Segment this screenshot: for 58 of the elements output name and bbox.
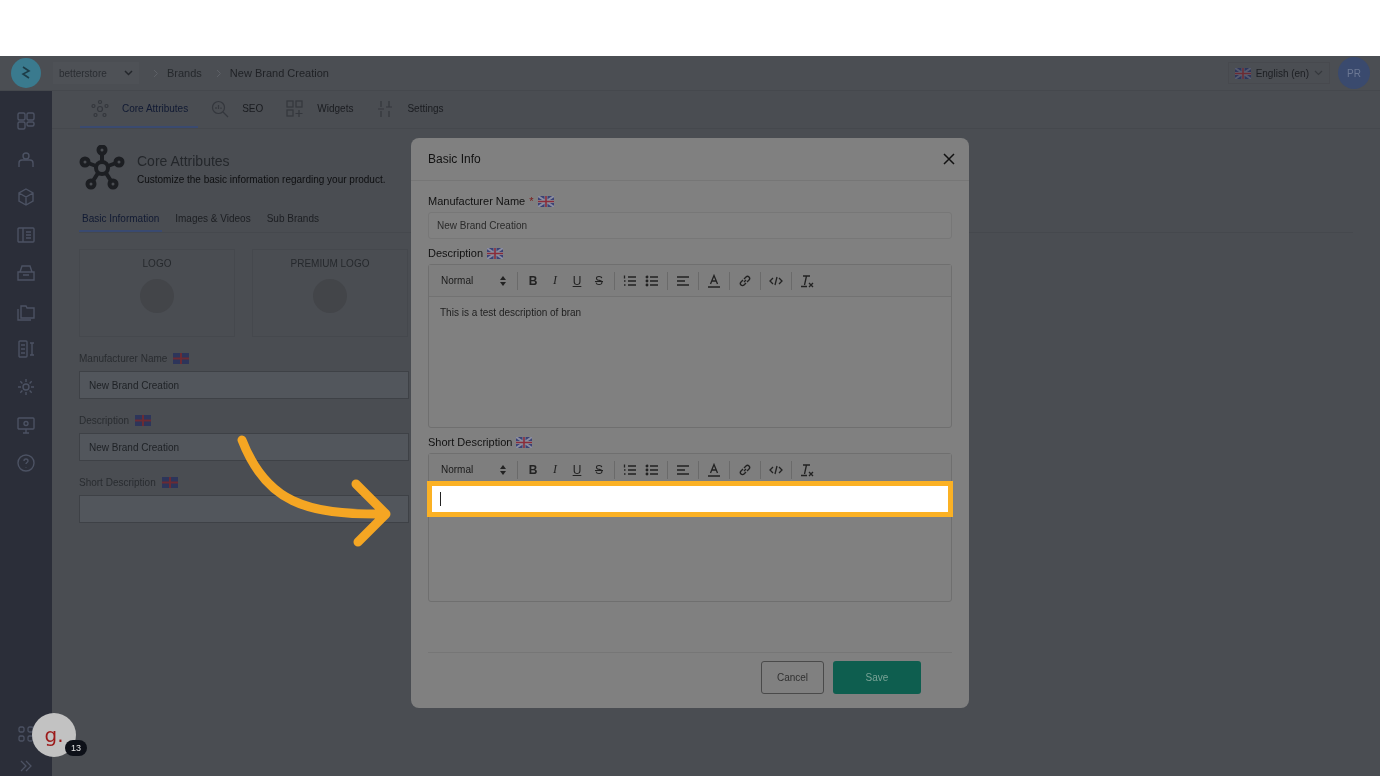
uk-flag-icon — [135, 415, 152, 426]
required-marker: * — [529, 195, 534, 207]
align-left-icon[interactable] — [676, 462, 690, 477]
notification-badge: 13 — [65, 740, 87, 756]
italic-button[interactable]: I — [548, 462, 562, 477]
format-select[interactable]: Normal — [441, 275, 509, 286]
text-color-icon[interactable] — [707, 273, 721, 288]
bullet-list-icon[interactable] — [645, 273, 659, 288]
archive-icon[interactable] — [16, 263, 36, 283]
chevron-down-icon — [124, 70, 133, 76]
text-cursor — [440, 492, 441, 506]
up-down-icon — [500, 275, 506, 286]
underline-button[interactable]: U — [570, 462, 584, 477]
expand-icon[interactable] — [19, 760, 33, 772]
save-button[interactable]: Save — [833, 661, 921, 694]
section-subtitle: Customize the basic information regarding your product. — [137, 174, 386, 185]
uk-flag-icon — [516, 436, 533, 448]
uk-flag-icon — [487, 247, 504, 259]
clear-format-icon[interactable] — [800, 462, 814, 477]
strike-button[interactable]: S — [592, 462, 606, 477]
app-logo-icon[interactable] — [11, 58, 41, 88]
close-icon[interactable] — [943, 153, 955, 165]
editor-text: This is a test description of bran — [440, 307, 582, 318]
link-icon[interactable] — [738, 462, 752, 477]
italic-button[interactable]: I — [548, 273, 562, 288]
help-icon[interactable] — [16, 453, 36, 473]
numbered-list-icon[interactable] — [623, 273, 637, 288]
format-select[interactable]: Normal — [441, 464, 509, 475]
grid-icon[interactable] — [16, 111, 36, 131]
list-icon[interactable] — [16, 225, 36, 245]
strike-button[interactable]: S — [592, 273, 606, 288]
modal-title: Basic Info — [428, 152, 481, 166]
field-label: Short Description — [428, 436, 513, 448]
user-icon[interactable] — [16, 149, 36, 169]
input-field[interactable]: New Brand Creation — [428, 212, 952, 239]
uk-flag-icon — [161, 477, 178, 488]
cancel-button[interactable]: Cancel — [761, 661, 824, 694]
up-down-icon — [500, 464, 506, 475]
apps-icon[interactable] — [18, 726, 34, 742]
bullet-list-icon[interactable] — [645, 462, 659, 477]
uk-flag-icon — [173, 353, 190, 364]
nodes-icon — [79, 145, 125, 191]
numbered-list-icon[interactable] — [623, 462, 637, 477]
text-color-icon[interactable] — [707, 462, 721, 477]
align-left-icon[interactable] — [676, 273, 690, 288]
uk-flag-icon — [1234, 67, 1251, 79]
uk-flag-icon — [537, 195, 554, 207]
bold-button[interactable]: B — [526, 462, 540, 477]
link-icon[interactable] — [738, 273, 752, 288]
monitor-icon[interactable] — [16, 415, 36, 435]
tab[interactable]: Basic Information — [79, 209, 163, 232]
text-editor[interactable]: This is a test description of bran — [429, 297, 951, 427]
field-label: Manufacturer Name — [428, 195, 526, 207]
bold-button[interactable]: B — [526, 273, 540, 288]
underline-button[interactable]: U — [570, 273, 584, 288]
clear-format-icon[interactable] — [800, 273, 814, 288]
box-icon[interactable] — [16, 187, 36, 207]
field-label: Description — [428, 247, 484, 259]
